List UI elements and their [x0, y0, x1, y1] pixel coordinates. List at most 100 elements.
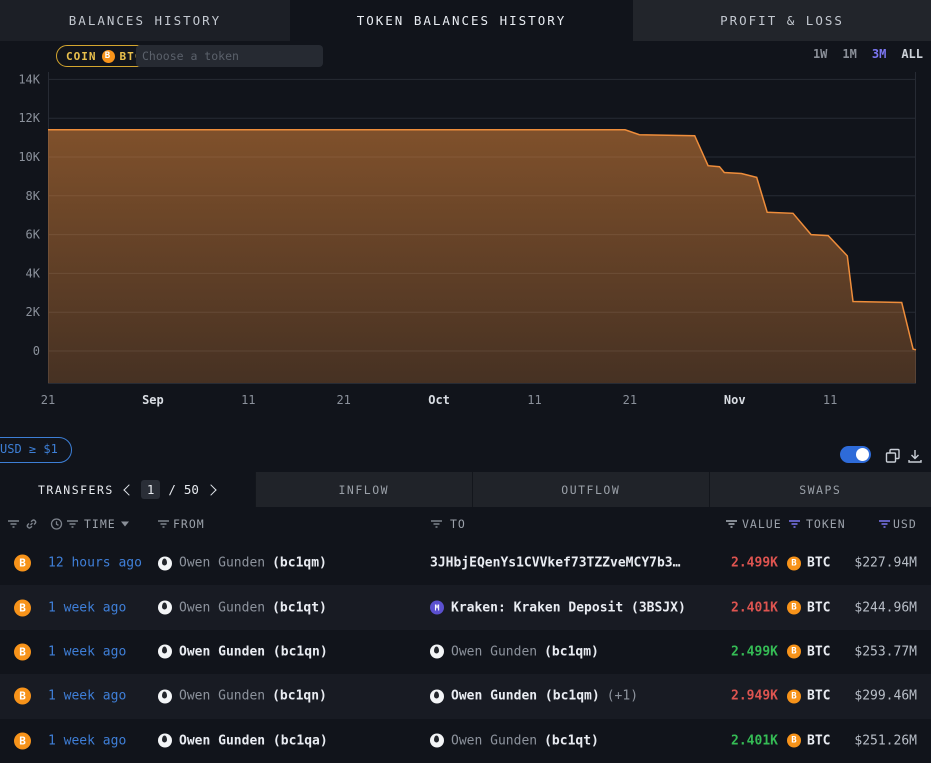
btc-token-icon: B	[787, 601, 801, 615]
transfer-value: 2.401K	[668, 600, 778, 615]
transfer-usd-value: $227.94M	[817, 556, 917, 571]
transfer-time-link[interactable]: 1 week ago	[48, 644, 126, 659]
entity-text: Owen Gunden (bc1qm)	[451, 689, 600, 704]
tab-swaps[interactable]: SWAPS	[709, 472, 931, 507]
table-row[interactable]: B 1 week ago Owen Gunden (bc1qa) Owen Gunde…	[0, 719, 931, 763]
entity-text: (+1)	[607, 689, 638, 704]
btc-token-icon: B	[787, 556, 801, 570]
transfer-to-cell[interactable]: M Kraken: Kraken Deposit (3BSJX)	[430, 600, 686, 615]
svg-text:11: 11	[241, 393, 255, 407]
svg-text:21: 21	[336, 393, 350, 407]
tab-inflow[interactable]: INFLOW	[255, 472, 473, 507]
kraken-exchange-icon: M	[430, 601, 444, 615]
tab-balances-history[interactable]: BALANCES HISTORY	[0, 0, 290, 41]
transfer-value: 2.499K	[668, 644, 778, 659]
svg-text:Nov: Nov	[724, 393, 746, 407]
transfer-to-cell[interactable]: Owen Gunden (bc1qm)	[430, 644, 599, 659]
svg-text:14K: 14K	[18, 72, 40, 86]
svg-text:4K: 4K	[26, 266, 41, 280]
entity-avatar-notch	[162, 647, 167, 654]
entity-text: (bc1qn)	[272, 689, 327, 704]
filter-icon[interactable]	[7, 519, 20, 530]
svg-text:6K: 6K	[26, 228, 41, 242]
table-row[interactable]: B 1 week ago Owen Gunden (bc1qn) Owen Gunde…	[0, 630, 931, 674]
btc-token-icon: B	[14, 599, 31, 616]
pagination: 1 / 50	[125, 480, 215, 499]
entity-text: Kraken: Kraken Deposit (3BSJX)	[451, 600, 686, 615]
transfer-usd-value: $299.46M	[817, 689, 917, 704]
clock-icon[interactable]	[50, 518, 63, 531]
transfer-to-cell[interactable]: Owen Gunden (bc1qm) (+1)	[430, 689, 638, 704]
download-icon[interactable]	[906, 447, 924, 465]
transfer-time-link[interactable]: 1 week ago	[48, 733, 126, 748]
column-usd[interactable]: USD	[893, 517, 917, 531]
transfers-table-body: B 12 hours ago Owen Gunden (bc1qm) 3JHbjEQe…	[0, 541, 931, 763]
from-filter-icon[interactable]	[157, 519, 170, 530]
usd-threshold-filter-chip[interactable]: USD ≥ $1	[0, 437, 72, 463]
time-sort-caret-icon[interactable]	[121, 522, 129, 527]
table-row[interactable]: B 12 hours ago Owen Gunden (bc1qm) 3JHbjEQe…	[0, 541, 931, 585]
table-row[interactable]: B1 week agoOwen Gunden (bc1qn)Owen Gunde…	[0, 674, 931, 718]
link-icon[interactable]	[25, 518, 38, 531]
transfer-to-cell[interactable]: 3JHbjEQenYs1CVVkef73TZZveMCY7b3…	[430, 556, 680, 571]
transfer-from-cell[interactable]: Owen Gunden (bc1qn)	[158, 689, 327, 704]
page-separator: /	[168, 482, 176, 497]
table-row[interactable]: B 1 week ago Owen Gunden (bc1qt) M Kraken: K…	[0, 585, 931, 629]
btc-token-icon: B	[787, 734, 801, 748]
to-filter-icon[interactable]	[430, 519, 443, 530]
entity-text: (bc1qm)	[544, 644, 599, 659]
entity-avatar-icon	[430, 734, 444, 748]
usd-filter-icon[interactable]	[878, 519, 891, 530]
entity-avatar-notch	[162, 558, 167, 565]
entity-text: Owen Gunden (bc1qn)	[179, 644, 328, 659]
btc-token-icon: B	[14, 732, 31, 749]
token-filter-icon[interactable]	[788, 519, 801, 530]
entity-text: Owen Gunden	[451, 644, 537, 659]
next-page-icon[interactable]	[205, 484, 216, 495]
entity-avatar-icon	[158, 689, 172, 703]
tab-outflow[interactable]: OUTFLOW	[472, 472, 708, 507]
entity-avatar-notch	[434, 736, 439, 743]
transfer-time-link[interactable]: 12 hours ago	[48, 556, 142, 571]
btc-token-icon: B	[14, 555, 31, 572]
btc-token-icon: B	[787, 689, 801, 703]
entity-avatar-icon	[158, 601, 172, 615]
svg-text:8K: 8K	[26, 189, 41, 203]
tab-token-balances-history[interactable]: TOKEN BALANCES HISTORY	[290, 0, 633, 41]
transfer-time-link[interactable]: 1 week ago	[48, 689, 126, 704]
btc-token-icon: B	[14, 688, 31, 705]
copy-icon[interactable]	[884, 447, 902, 465]
column-value[interactable]: VALUE	[742, 517, 782, 531]
entity-text: Owen Gunden	[179, 689, 265, 704]
entity-text: (bc1qt)	[544, 733, 599, 748]
transfer-usd-value: $251.26M	[817, 733, 917, 748]
prev-page-icon[interactable]	[123, 484, 134, 495]
toggle-knob	[856, 448, 869, 461]
current-page: 1	[141, 480, 161, 499]
svg-text:2K: 2K	[26, 305, 41, 319]
entity-avatar-icon	[158, 645, 172, 659]
total-pages: 50	[184, 482, 199, 497]
chart-table-sync-toggle[interactable]	[840, 446, 871, 463]
entity-avatar-notch	[162, 736, 167, 743]
transfer-from-cell[interactable]: Owen Gunden (bc1qm)	[158, 556, 327, 571]
column-token[interactable]: TOKEN	[806, 517, 846, 531]
entity-text: (bc1qm)	[272, 556, 327, 571]
transfer-to-cell[interactable]: Owen Gunden (bc1qt)	[430, 733, 599, 748]
balance-history-chart[interactable]: 02K4K6K8K10K12K14K21Sep1121Oct1121Nov11	[0, 41, 931, 433]
tab-profit-and-loss[interactable]: PROFIT & LOSS	[633, 0, 931, 41]
transfer-from-cell[interactable]: Owen Gunden (bc1qa)	[158, 733, 328, 748]
transfer-from-cell[interactable]: Owen Gunden (bc1qn)	[158, 644, 328, 659]
tab-transfers[interactable]: TRANSFERS 1 / 50	[0, 472, 255, 507]
entity-avatar-notch	[434, 691, 439, 698]
transfer-from-cell[interactable]: Owen Gunden (bc1qt)	[158, 600, 327, 615]
column-from[interactable]: FROM	[173, 517, 205, 531]
entity-text: Owen Gunden	[179, 600, 265, 615]
transfer-time-link[interactable]: 1 week ago	[48, 600, 126, 615]
column-to[interactable]: TO	[450, 517, 466, 531]
value-filter-icon[interactable]	[725, 519, 738, 530]
svg-text:Sep: Sep	[142, 393, 164, 407]
time-filter-icon[interactable]	[66, 519, 79, 530]
btc-token-icon: B	[787, 645, 801, 659]
column-time[interactable]: TIME	[84, 517, 116, 531]
